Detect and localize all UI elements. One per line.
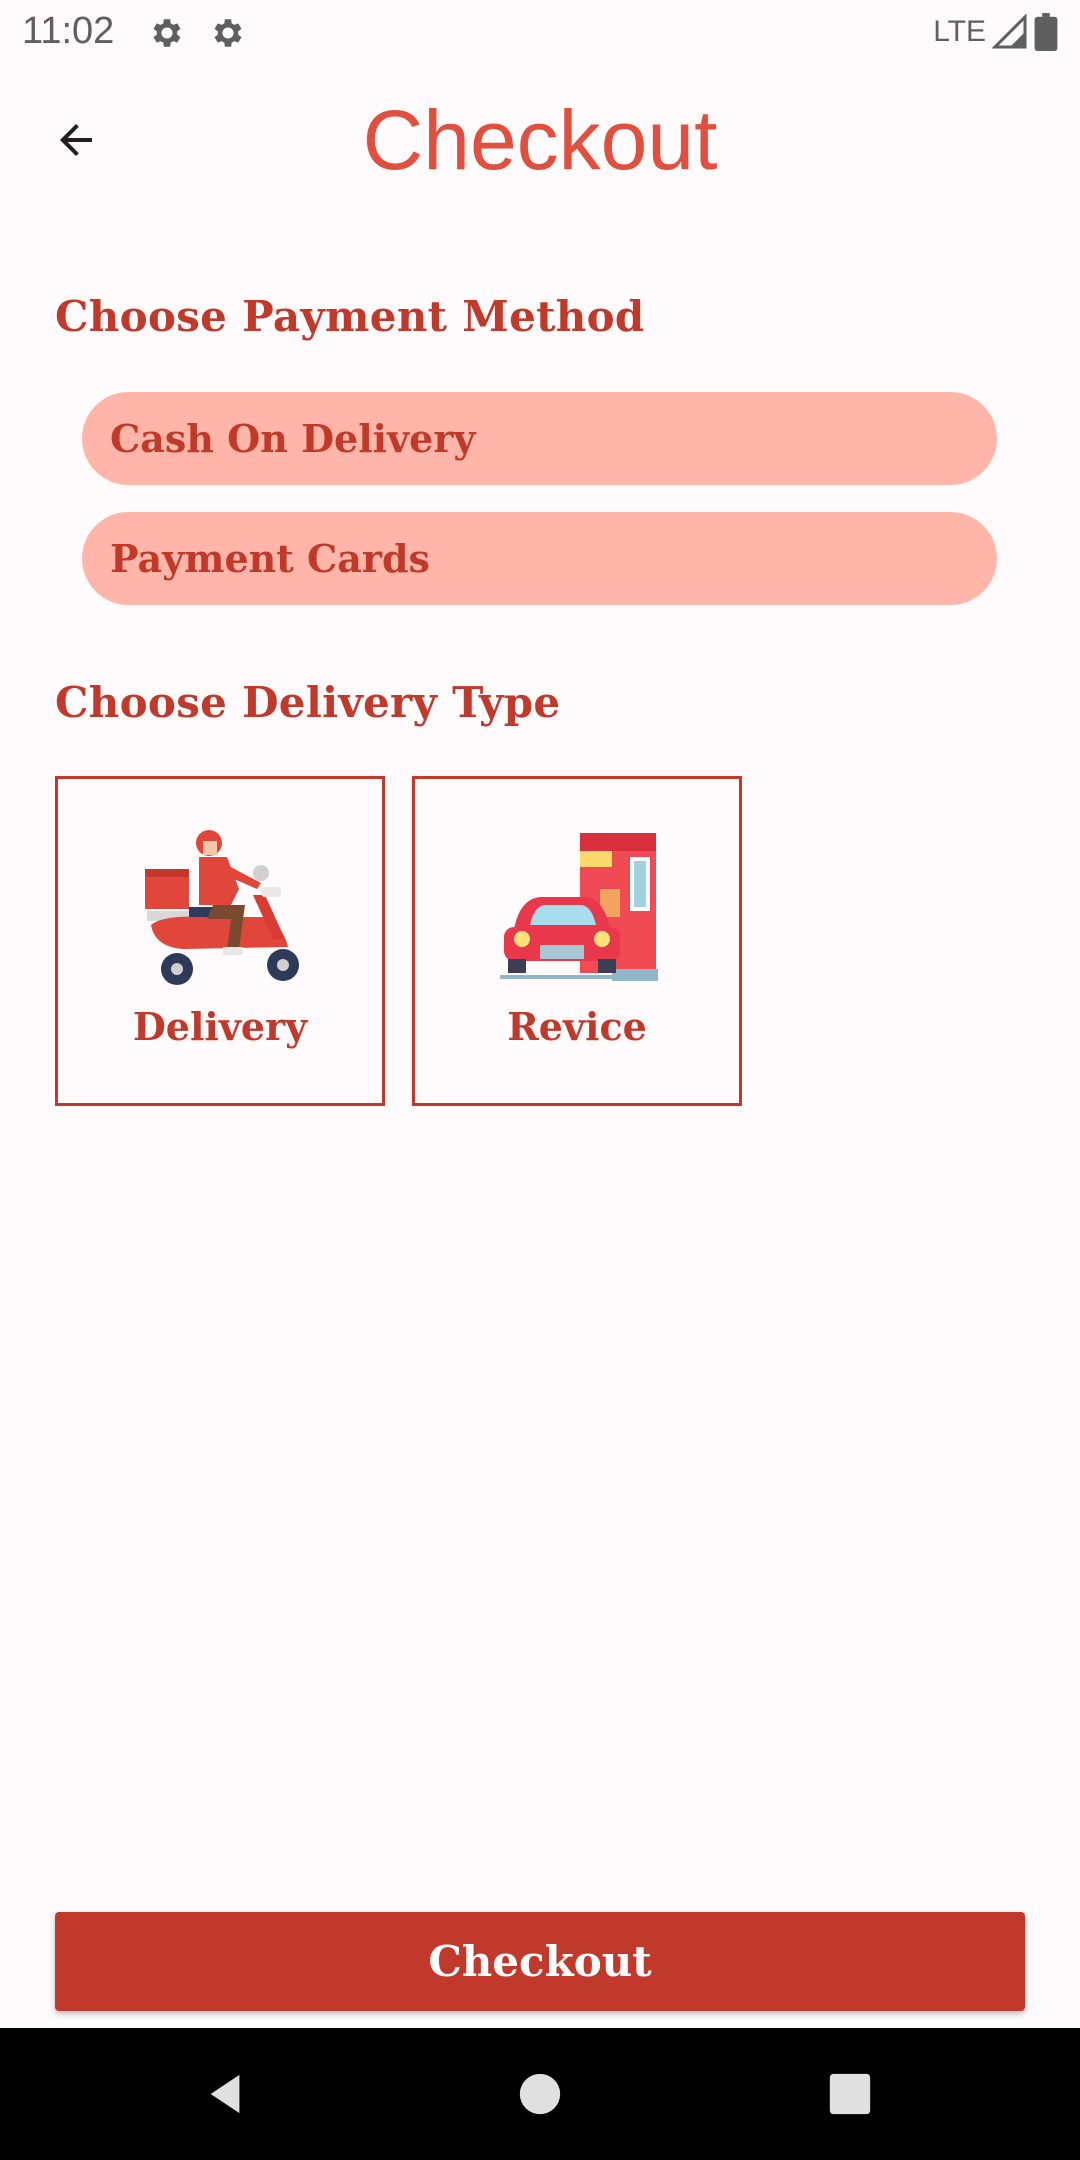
- revice-option-label: Revice: [507, 1004, 647, 1049]
- payment-cards-option[interactable]: Payment Cards: [82, 512, 997, 605]
- status-bar: 11:02 LTE: [0, 0, 1080, 66]
- nav-recents-button[interactable]: [820, 2064, 880, 2124]
- delivery-type-heading: Choose Delivery Type: [55, 678, 561, 727]
- signal-icon: [992, 14, 1027, 49]
- system-nav-bar: [0, 2028, 1080, 2160]
- status-right-group: LTE: [933, 10, 1058, 54]
- delivery-option-label: Delivery: [132, 1004, 308, 1049]
- drive-thru-icon: [500, 833, 658, 981]
- scooter-delivery-icon: [145, 830, 299, 985]
- network-type: LTE: [933, 15, 986, 48]
- nav-home-button[interactable]: [510, 2064, 570, 2124]
- checkout-button-label: Checkout: [428, 1937, 652, 1986]
- battery-icon: [1034, 13, 1058, 51]
- back-triangle-icon: [210, 2074, 240, 2114]
- payment-method-heading: Choose Payment Method: [55, 292, 645, 341]
- recents-square-icon: [829, 2073, 871, 2115]
- revice-option-card[interactable]: Revice: [412, 776, 742, 1106]
- home-circle-icon: [519, 2073, 561, 2115]
- payment-option-label: Cash On Delivery: [110, 416, 476, 461]
- nav-back-button[interactable]: [196, 2064, 256, 2124]
- status-time: 11:02: [22, 10, 115, 52]
- delivery-option-card[interactable]: Delivery: [55, 776, 385, 1106]
- cash-on-delivery-option[interactable]: Cash On Delivery: [82, 392, 997, 485]
- payment-option-label: Payment Cards: [110, 536, 430, 581]
- page-title: Checkout: [362, 93, 718, 187]
- gear-icon: [214, 19, 242, 47]
- gear-icon: [153, 19, 181, 47]
- checkout-button[interactable]: Checkout: [55, 1912, 1025, 2011]
